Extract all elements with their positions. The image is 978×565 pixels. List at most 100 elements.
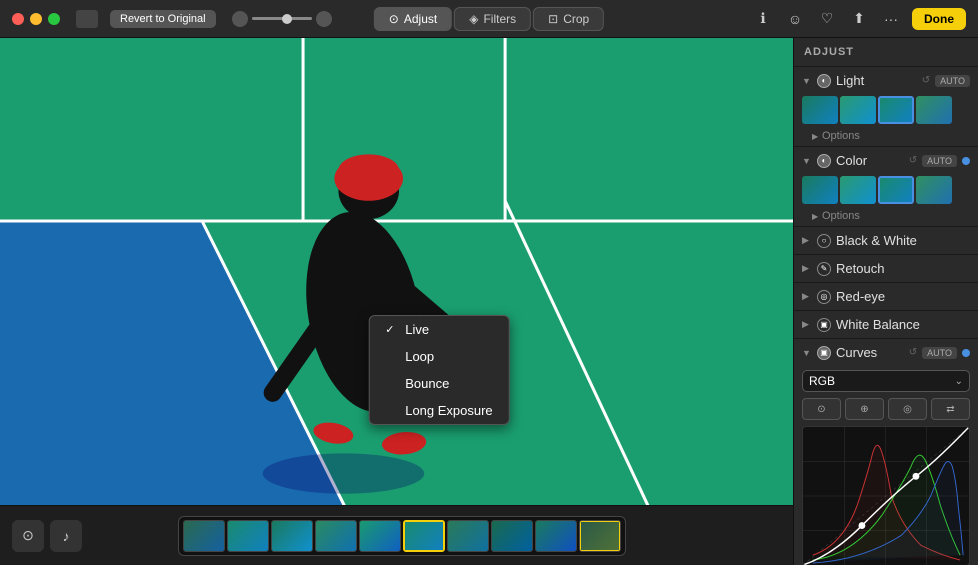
- curves-svg: [803, 427, 969, 565]
- zoom-thumb: [282, 14, 292, 24]
- curve-tool-eyedrop-mid[interactable]: ⊕: [845, 398, 884, 420]
- dropdown-item-loop[interactable]: Loop: [369, 343, 508, 370]
- main-content: ✓ Live Loop Bounce Long Exposure: [0, 38, 978, 565]
- film-thumb-7[interactable]: [447, 520, 489, 552]
- toggle-light[interactable]: ◐: [817, 74, 831, 88]
- label-wb: White Balance: [836, 317, 970, 332]
- film-thumb-2[interactable]: [227, 520, 269, 552]
- share-icon[interactable]: ⬆: [848, 8, 870, 30]
- done-button[interactable]: Done: [912, 8, 966, 30]
- chevron-options-color: ▶: [812, 212, 822, 221]
- options-light[interactable]: ▶ Options: [794, 128, 978, 146]
- toggle-bw[interactable]: ○: [817, 234, 831, 248]
- color-thumb-2[interactable]: [840, 176, 876, 204]
- label-light: Light: [836, 73, 917, 88]
- color-thumb-1[interactable]: [802, 176, 838, 204]
- close-button[interactable]: [12, 13, 24, 25]
- traffic-lights: [12, 13, 60, 25]
- auto-light[interactable]: AUTO: [935, 75, 970, 87]
- active-dot-color: [962, 157, 970, 165]
- curves-graph[interactable]: [802, 426, 970, 565]
- dropdown-item-live[interactable]: ✓ Live: [369, 316, 508, 343]
- chevron-wb: ▶: [802, 319, 812, 330]
- film-thumb-4[interactable]: [315, 520, 357, 552]
- light-thumb-3[interactable]: [878, 96, 914, 124]
- options-color[interactable]: ▶ Options: [794, 208, 978, 226]
- undo-curves[interactable]: ↺: [909, 347, 917, 358]
- film-thumb-5[interactable]: [359, 520, 401, 552]
- curve-tool-swap[interactable]: ⇄: [931, 398, 970, 420]
- color-thumb-4[interactable]: [916, 176, 952, 204]
- color-thumb-3[interactable]: [878, 176, 914, 204]
- film-thumb-8[interactable]: [491, 520, 533, 552]
- toggle-redeye[interactable]: ◎: [817, 290, 831, 304]
- dropdown-item-long-exposure[interactable]: Long Exposure: [369, 397, 508, 424]
- light-thumb-1[interactable]: [802, 96, 838, 124]
- record-icon[interactable]: ⊙: [12, 520, 44, 552]
- minimize-button[interactable]: [30, 13, 42, 25]
- adjust-header-retouch[interactable]: ▶ ✎ Retouch: [794, 255, 978, 282]
- revert-button[interactable]: Revert to Original: [110, 10, 216, 28]
- playback-dropdown: ✓ Live Loop Bounce Long Exposure: [368, 315, 509, 425]
- channel-label: RGB: [809, 374, 835, 388]
- photo-svg: [0, 38, 793, 505]
- adjust-item-wb: ▶ ▣ White Balance: [794, 311, 978, 339]
- curve-tool-eyedrop-dark[interactable]: ⊙: [802, 398, 841, 420]
- tab-adjust[interactable]: ⊙ Adjust: [374, 7, 452, 31]
- photo-area: ✓ Live Loop Bounce Long Exposure: [0, 38, 793, 565]
- toggle-wb[interactable]: ▣: [817, 318, 831, 332]
- light-thumb-2[interactable]: [840, 96, 876, 124]
- auto-color[interactable]: AUTO: [922, 155, 957, 167]
- heart-icon[interactable]: ♡: [816, 8, 838, 30]
- adjust-header-bw[interactable]: ▶ ○ Black & White: [794, 227, 978, 254]
- zoom-out-icon: [232, 11, 248, 27]
- chevron-options-light: ▶: [812, 132, 822, 141]
- film-thumb-10[interactable]: [579, 520, 621, 552]
- zoom-in-icon: [316, 11, 332, 27]
- window-icon: [76, 10, 98, 28]
- curve-tools: ⊙ ⊕ ◎ ⇄: [794, 396, 978, 422]
- titlebar: Revert to Original ⊙ Adjust ◈ Filters ⊡ …: [0, 0, 978, 38]
- chevron-retouch: ▶: [802, 263, 812, 274]
- channel-dropdown-arrow: ⌄: [955, 376, 963, 387]
- adjust-item-light: ▼ ◐ Light ↺ AUTO ▶ Options: [794, 67, 978, 147]
- audio-icon[interactable]: ♪: [50, 520, 82, 552]
- undo-light[interactable]: ↺: [922, 75, 930, 86]
- zoom-control: [232, 11, 332, 27]
- light-thumb-4[interactable]: [916, 96, 952, 124]
- film-thumb-3[interactable]: [271, 520, 313, 552]
- zoom-slider[interactable]: [252, 17, 312, 20]
- info-icon[interactable]: ℹ: [752, 8, 774, 30]
- auto-curves[interactable]: AUTO: [922, 347, 957, 359]
- channel-selector[interactable]: RGB ⌄: [802, 370, 970, 392]
- label-redeye: Red-eye: [836, 289, 970, 304]
- right-panel: ADJUST ▼ ◐ Light ↺ AUTO ▶ Options: [793, 38, 978, 565]
- adjust-header-wb[interactable]: ▶ ▣ White Balance: [794, 311, 978, 338]
- film-strip[interactable]: [178, 516, 626, 556]
- undo-color[interactable]: ↺: [909, 155, 917, 166]
- toggle-color[interactable]: ◐: [817, 154, 831, 168]
- dropdown-item-bounce[interactable]: Bounce: [369, 370, 508, 397]
- options-label-light: Options: [822, 130, 860, 142]
- toggle-curves[interactable]: ▣: [817, 346, 831, 360]
- film-thumb-1[interactable]: [183, 520, 225, 552]
- bottom-strip: ⊙ ♪: [0, 505, 793, 565]
- light-thumbstrip: [794, 94, 978, 128]
- more-icon[interactable]: ···: [880, 8, 902, 30]
- emoji-icon[interactable]: ☺: [784, 8, 806, 30]
- maximize-button[interactable]: [48, 13, 60, 25]
- label-retouch: Retouch: [836, 261, 970, 276]
- toggle-retouch[interactable]: ✎: [817, 262, 831, 276]
- adjust-header-light[interactable]: ▼ ◐ Light ↺ AUTO: [794, 67, 978, 94]
- film-thumb-9[interactable]: [535, 520, 577, 552]
- curve-tool-eyedrop-light[interactable]: ◎: [888, 398, 927, 420]
- tab-filters[interactable]: ◈ Filters: [454, 7, 531, 31]
- tab-crop[interactable]: ⊡ Crop: [533, 7, 604, 31]
- adjust-header-curves[interactable]: ▼ ▣ Curves ↺ AUTO: [794, 339, 978, 366]
- film-thumb-6[interactable]: [403, 520, 445, 552]
- adjust-header-color[interactable]: ▼ ◐ Color ↺ AUTO: [794, 147, 978, 174]
- right-icons: ℹ ☺ ♡ ⬆ ··· Done: [752, 8, 966, 30]
- chevron-redeye: ▶: [802, 291, 812, 302]
- panel-header: ADJUST: [794, 38, 978, 67]
- adjust-header-redeye[interactable]: ▶ ◎ Red-eye: [794, 283, 978, 310]
